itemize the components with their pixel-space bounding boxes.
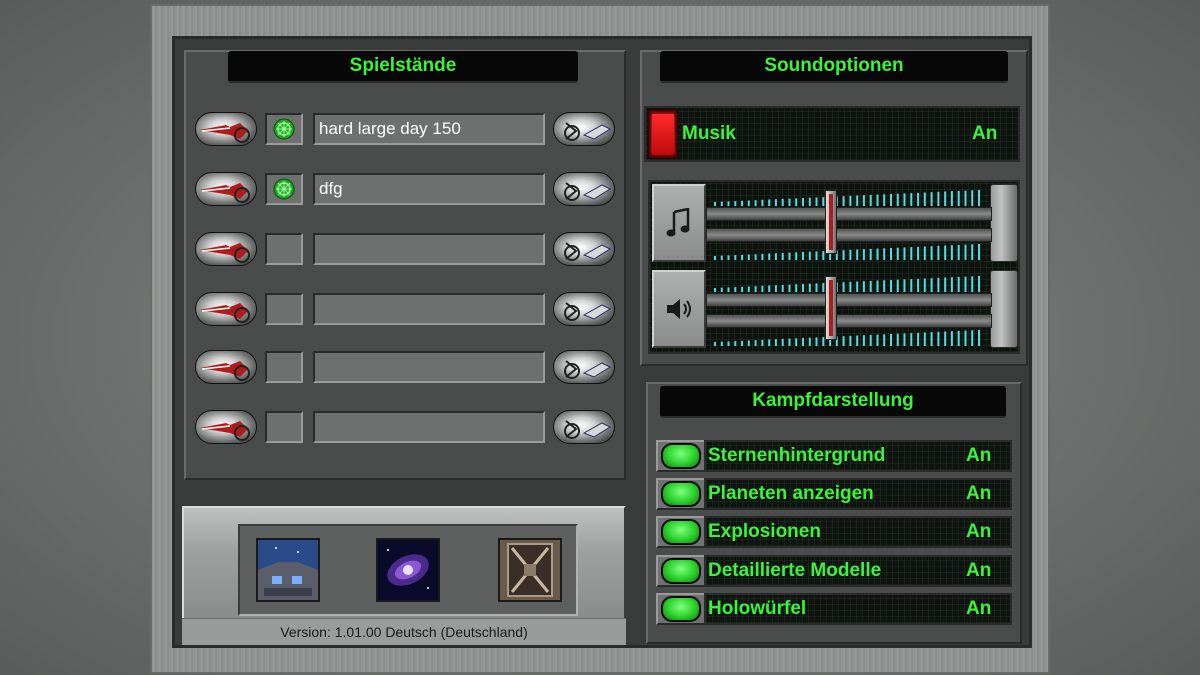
- effects-volume-ticks-lower: [712, 328, 980, 346]
- galaxy-icon[interactable]: [376, 538, 440, 602]
- combat-option-label: Explosionen: [708, 521, 821, 542]
- combat-option-label: Holowürfel: [708, 598, 807, 619]
- save-slot-icon-box: [265, 411, 303, 443]
- option-toggle-led[interactable]: [661, 596, 701, 622]
- load-game-button[interactable]: [195, 350, 257, 384]
- option-toggle-led[interactable]: [661, 519, 701, 545]
- sound-title: Soundoptionen: [660, 51, 1008, 83]
- effects-volume-track-lower[interactable]: [706, 314, 992, 328]
- combat-title: Kampfdarstellung: [660, 386, 1006, 418]
- effects-volume-ticks: [712, 274, 980, 292]
- save-slot-icon-box: [265, 173, 303, 205]
- save-slot-icon-box: [265, 113, 303, 145]
- save-slot: [195, 348, 615, 386]
- combat-option-value: An: [966, 521, 992, 542]
- effects-volume-track-upper[interactable]: [706, 293, 992, 307]
- save-game-button[interactable]: [553, 232, 615, 266]
- music-toggle-indicator[interactable]: [648, 109, 678, 159]
- music-volume-track-lower[interactable]: [706, 228, 992, 242]
- savegame-emblem-icon: [273, 118, 295, 140]
- save-game-button[interactable]: [553, 112, 615, 146]
- music-volume-track-upper[interactable]: [706, 207, 992, 221]
- combat-option-row[interactable]: Explosionen An: [704, 516, 1012, 548]
- combat-option-label: Detaillierte Modelle: [708, 560, 882, 581]
- save-game-button[interactable]: [553, 410, 615, 444]
- music-volume-button[interactable]: [652, 184, 706, 262]
- combat-option-value: An: [966, 483, 992, 504]
- combat-option-value: An: [966, 560, 992, 581]
- music-volume-thumb[interactable]: [824, 190, 837, 254]
- save-slot: [195, 408, 615, 446]
- load-game-button[interactable]: [195, 172, 257, 206]
- save-slot: [195, 290, 615, 328]
- save-slot: hard large day 150: [195, 110, 615, 148]
- effects-volume-thumb[interactable]: [824, 276, 837, 340]
- ship-cockpit-icon[interactable]: [256, 538, 320, 602]
- music-volume-end-cap: [990, 184, 1018, 262]
- combat-option-row[interactable]: Planeten anzeigen An: [704, 478, 1012, 510]
- speaker-icon: [667, 299, 691, 319]
- music-label: Musik: [682, 123, 736, 144]
- save-slot-name[interactable]: [313, 233, 545, 265]
- music-toggle-row[interactable]: Musik An: [644, 106, 1020, 162]
- save-slot-name[interactable]: [313, 351, 545, 383]
- version-label: Version: 1.01.00 Deutsch (Deutschland): [182, 618, 626, 645]
- music-value: An: [972, 123, 998, 144]
- save-slot-name[interactable]: dfg: [313, 173, 545, 205]
- effects-volume-end-cap: [990, 270, 1018, 348]
- music-volume-ticks-lower: [712, 242, 980, 260]
- save-slot-name[interactable]: [313, 293, 545, 325]
- combat-option-row[interactable]: Holowürfel An: [704, 593, 1012, 625]
- exit-door-icon[interactable]: [498, 538, 562, 602]
- save-game-button[interactable]: [553, 350, 615, 384]
- save-slot-icon-box: [265, 293, 303, 325]
- save-game-button[interactable]: [553, 172, 615, 206]
- music-volume-ticks: [712, 188, 980, 206]
- combat-option-value: An: [966, 598, 992, 619]
- savegames-title: Spielstände: [228, 51, 578, 83]
- load-game-button[interactable]: [195, 232, 257, 266]
- save-game-button[interactable]: [553, 292, 615, 326]
- savegame-emblem-icon: [273, 178, 295, 200]
- save-slot: dfg: [195, 170, 615, 208]
- option-toggle-led[interactable]: [661, 558, 701, 584]
- option-toggle-led[interactable]: [661, 481, 701, 507]
- option-toggle-led[interactable]: [661, 443, 701, 469]
- save-slot-name[interactable]: [313, 411, 545, 443]
- load-game-button[interactable]: [195, 112, 257, 146]
- save-slot: [195, 230, 615, 268]
- combat-option-row[interactable]: Sternenhintergrund An: [704, 440, 1012, 472]
- music-note-icon: [666, 208, 690, 237]
- combat-option-row[interactable]: Detaillierte Modelle An: [704, 555, 1012, 587]
- load-game-button[interactable]: [195, 410, 257, 444]
- save-slot-name[interactable]: hard large day 150: [313, 113, 545, 145]
- combat-option-label: Sternenhintergrund: [708, 445, 886, 466]
- effects-volume-button[interactable]: [652, 270, 706, 348]
- load-game-button[interactable]: [195, 292, 257, 326]
- combat-option-label: Planeten anzeigen: [708, 483, 874, 504]
- save-slot-icon-box: [265, 233, 303, 265]
- save-slot-icon-box: [265, 351, 303, 383]
- combat-option-value: An: [966, 445, 992, 466]
